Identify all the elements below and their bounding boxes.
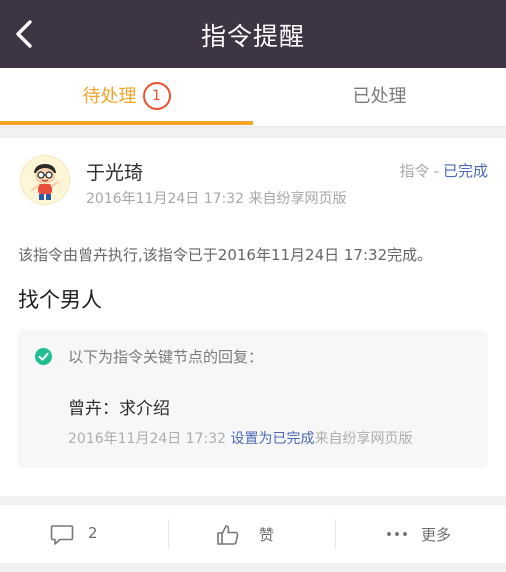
status-separator: - [433,162,439,180]
instruction-description: 该指令由曾卉执行,该指令已于2016年11月24日 17:32完成。 [18,246,433,264]
more-button[interactable]: 更多 [336,505,506,563]
tab-pending-label: 待处理 [82,86,137,107]
avatar[interactable] [20,155,70,205]
reply-source: 来自纷享网页版 [314,431,413,447]
reply-box: 以下为指令关键节点的回复： 曾卉：求介绍 2016年11月24日 17:32 设… [18,330,488,468]
check-circle-icon [35,348,52,365]
status-badge: 已完成 [442,162,488,180]
tab-pending[interactable]: 待处理 1 [0,68,253,126]
post-meta: 2016年11月24日 17:32 来自纷享网页版 [86,191,347,207]
instruction-card[interactable]: 于光琦 2016年11月24日 17:32 来自纷享网页版 指令 - 已完成 该指令… [0,138,506,496]
reply-time: 2016年11月24日 17:32 [68,431,227,447]
pending-count-badge: 1 [142,81,171,110]
status-type: 指令 [399,162,430,180]
tab-processed[interactable]: 已处理 [253,68,506,126]
thumbs-up-icon [217,525,239,545]
reply-content: 曾卉：求介绍 [68,399,170,419]
comment-button[interactable]: 2 [0,505,168,563]
comment-count: 2 [88,524,98,542]
like-label: 赞 [259,526,275,544]
page-title: 指令提醒 [200,22,305,51]
cartoon-avatar-icon [21,156,69,204]
comment-icon [50,525,74,545]
instruction-subject: 找个男人 [18,288,102,312]
author-name[interactable]: 于光琦 [86,158,143,185]
active-tab-indicator [0,121,253,125]
tab-bar: 待处理 1 已处理 [0,68,506,127]
more-icon [387,532,407,536]
action-bar: 2 赞 更多 [0,504,506,563]
reply-header: 以下为指令关键节点的回复： [68,348,264,366]
reply-meta: 2016年11月24日 17:32 设置为已完成来自纷享网页版 [68,428,413,448]
more-label: 更多 [421,526,452,544]
set-completed-link[interactable]: 设置为已完成 [231,431,315,447]
header-bar: 指令提醒 [0,0,506,68]
tab-processed-label: 已处理 [352,86,407,107]
instruction-status: 指令 - 已完成 [400,160,488,181]
like-button[interactable]: 赞 [169,505,337,563]
